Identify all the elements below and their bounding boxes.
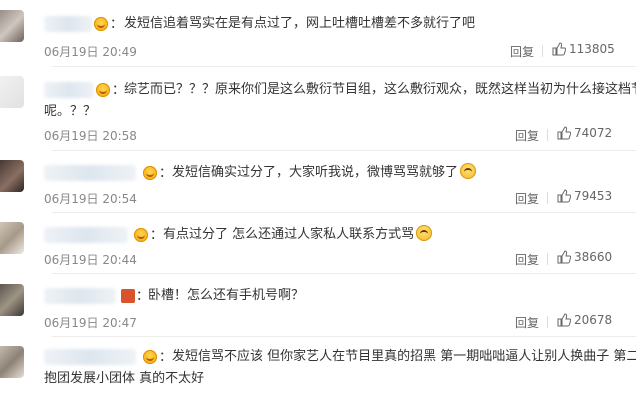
reply-button[interactable]: 回复 xyxy=(515,127,539,144)
vip-crown-icon xyxy=(134,228,148,242)
like-count: 20678 xyxy=(574,313,613,327)
comment-text-body: 有点过分了 怎么还通过人家私人联系方式骂 xyxy=(163,227,415,242)
smiley-emoji-icon xyxy=(460,163,477,179)
avatar[interactable] xyxy=(0,346,24,378)
username[interactable] xyxy=(44,349,136,365)
username[interactable] xyxy=(44,227,128,243)
avatar[interactable] xyxy=(0,10,24,42)
comment-text: 综艺而已？？？原来你们是这么敷衍节目组，这么敷衍观众，既然这样当初为什么接这档节… xyxy=(124,82,636,97)
divider xyxy=(52,273,636,274)
divider xyxy=(52,212,636,213)
comment-time: 06月19日 20:44 xyxy=(44,253,137,267)
comment-text: 卧槽！怎么还有手机号啊？ xyxy=(148,288,305,303)
comment-time: 06月19日 20:54 xyxy=(44,192,137,206)
like-count: 74072 xyxy=(574,126,613,140)
thumb-up-icon xyxy=(557,126,572,143)
like-count: 113805 xyxy=(569,42,615,56)
divider xyxy=(547,129,548,141)
reply-button[interactable]: 回复 xyxy=(510,43,534,60)
thumb-up-icon xyxy=(552,42,567,59)
divider xyxy=(52,336,636,337)
like-button[interactable]: 20678 xyxy=(557,313,612,330)
colon: ： xyxy=(110,17,124,32)
comment-text-continued: 呢。？？ xyxy=(44,104,97,119)
username[interactable] xyxy=(44,165,136,181)
like-button[interactable]: 38660 xyxy=(557,250,612,267)
member-badge-icon xyxy=(121,289,135,303)
comment-text: 发短信追着骂实在是有点过了，网上吐槽吐槽差不多就行了吧 xyxy=(124,16,476,31)
divider xyxy=(542,45,543,57)
divider xyxy=(52,66,636,67)
thumb-up-icon xyxy=(557,189,572,206)
comment-time: 06月19日 20:58 xyxy=(44,129,137,143)
like-count: 38660 xyxy=(574,250,613,264)
vip-crown-icon xyxy=(94,17,108,31)
like-button[interactable]: 113805 xyxy=(552,42,615,59)
comment-text: 有点过分了 怎么还通过人家私人联系方式骂 xyxy=(163,223,433,247)
colon: ： xyxy=(150,228,164,243)
colon: ： xyxy=(159,350,173,365)
like-button[interactable]: 79453 xyxy=(557,189,612,206)
colon: ： xyxy=(159,166,173,181)
like-count: 79453 xyxy=(574,189,613,203)
comment-text-body: 发短信确实过分了，大家听我说，微博骂骂就够了 xyxy=(172,165,459,180)
like-button[interactable]: 74072 xyxy=(557,126,612,143)
reply-button[interactable]: 回复 xyxy=(515,190,539,207)
divider xyxy=(547,253,548,265)
comment-time: 06月19日 20:47 xyxy=(44,316,137,330)
username[interactable] xyxy=(44,16,92,32)
thumb-up-icon xyxy=(557,313,572,330)
divider xyxy=(547,192,548,204)
reply-button[interactable]: 回复 xyxy=(515,251,539,268)
comment-time: 06月19日 20:49 xyxy=(44,45,137,59)
avatar[interactable] xyxy=(0,76,24,108)
avatar[interactable] xyxy=(0,284,24,316)
comment-text-continued: 抱团发展小团体 真的不太好 xyxy=(44,371,205,386)
avatar[interactable] xyxy=(0,222,24,254)
username[interactable] xyxy=(44,82,94,98)
divider xyxy=(52,150,636,151)
vip-crown-icon xyxy=(96,83,110,97)
thumb-up-icon xyxy=(557,250,572,267)
avatar[interactable] xyxy=(0,160,24,192)
comment-text: 发短信确实过分了，大家听我说，微博骂骂就够了 xyxy=(172,161,477,185)
divider xyxy=(547,316,548,328)
comment-text: 发短信骂不应该 但你家艺人在节目里真的招黑 第一期咄咄逼人让别人换曲子 第二期 xyxy=(172,349,636,364)
vip-crown-icon xyxy=(143,166,157,180)
reply-button[interactable]: 回复 xyxy=(515,314,539,331)
vip-crown-icon xyxy=(143,350,157,364)
smiley-emoji-icon xyxy=(416,225,433,241)
username[interactable] xyxy=(44,288,116,304)
